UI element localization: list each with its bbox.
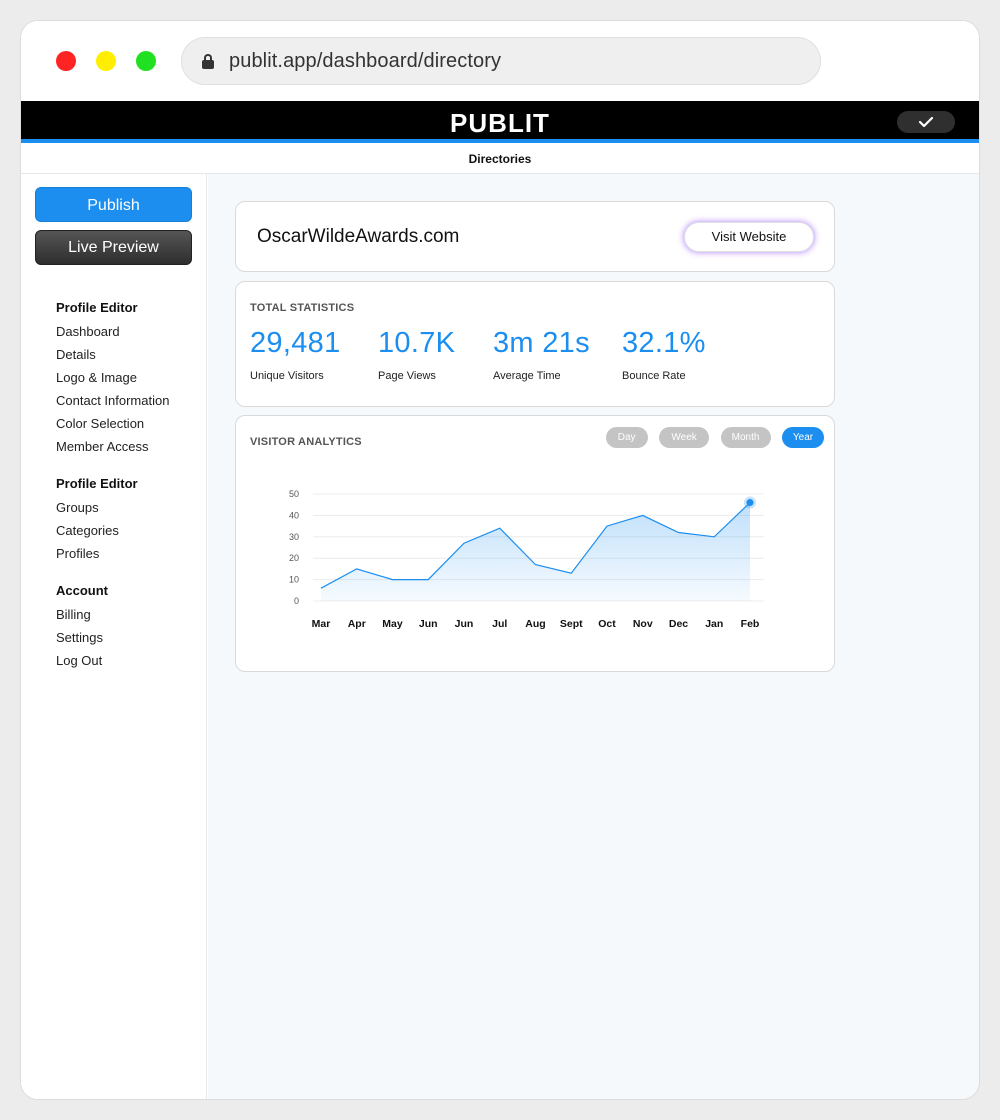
sidebar-item-member-access[interactable]: Member Access [56, 435, 169, 458]
nav-group-profile-editor-2: Profile Editor Groups Categories Profile… [56, 472, 138, 565]
close-window-button[interactable] [56, 51, 76, 71]
nav-heading: Profile Editor [56, 300, 138, 315]
sidebar-item-settings[interactable]: Settings [56, 626, 108, 649]
data-point [320, 587, 322, 589]
app-header: PUBLIT [21, 101, 979, 143]
stat-unique-visitors: 29,481 Unique Visitors [250, 327, 341, 382]
site-card: OscarWildeAwards.com Visit Website [235, 201, 835, 272]
main-content: OscarWildeAwards.com Visit Website TOTAL… [208, 174, 979, 1099]
data-point [391, 578, 393, 580]
data-point [463, 542, 465, 544]
data-point [713, 536, 715, 538]
y-tick-label: 50 [289, 489, 299, 499]
x-tick-label: Aug [525, 618, 545, 630]
y-tick-label: 20 [289, 553, 299, 563]
data-point [642, 514, 644, 516]
browser-window: publit.app/dashboard/directory PUBLIT Di… [20, 20, 980, 1100]
stat-value: 3m 21s [493, 327, 590, 359]
x-tick-label: Jan [705, 618, 723, 630]
section-title: TOTAL STATISTICS [250, 302, 355, 314]
x-tick-label: May [382, 618, 403, 630]
stat-label: Page Views [378, 370, 436, 382]
sidebar-item-profiles[interactable]: Profiles [56, 542, 138, 565]
x-tick-label: Feb [741, 618, 760, 630]
highlight-point [746, 499, 754, 507]
brand-logo[interactable]: PUBLIT [21, 108, 979, 139]
data-point [534, 563, 536, 565]
x-tick-label: Jun [419, 618, 438, 630]
address-bar[interactable]: publit.app/dashboard/directory [181, 37, 821, 85]
stat-label: Unique Visitors [250, 370, 324, 382]
sidebar-item-details[interactable]: Details [56, 343, 169, 366]
sidebar-item-groups[interactable]: Groups [56, 496, 138, 519]
minimize-window-button[interactable] [96, 51, 116, 71]
nav-group-account: Account Billing Settings Log Out [56, 579, 108, 672]
nav-heading: Profile Editor [56, 476, 138, 491]
x-tick-label: Oct [598, 618, 616, 630]
check-icon [918, 116, 934, 128]
stat-bounce-rate: 32.1% Bounce Rate [622, 327, 706, 382]
page-title: Directories [21, 147, 979, 174]
y-tick-label: 0 [294, 596, 299, 606]
data-point [356, 568, 358, 570]
nav-heading: Account [56, 583, 108, 598]
browser-chrome: publit.app/dashboard/directory [21, 21, 979, 101]
total-statistics-card: TOTAL STATISTICS 29,481 Unique Visitors … [235, 281, 835, 407]
data-point [606, 525, 608, 527]
confirm-toggle-button[interactable] [897, 111, 955, 133]
series-area [321, 502, 750, 601]
url-text[interactable]: publit.app/dashboard/directory [229, 50, 501, 73]
x-tick-label: Dec [669, 618, 688, 630]
data-point [677, 531, 679, 533]
x-tick-label: Jun [455, 618, 474, 630]
sidebar-item-log-out[interactable]: Log Out [56, 649, 108, 672]
maximize-window-button[interactable] [136, 51, 156, 71]
x-tick-label: Nov [633, 618, 653, 630]
data-point [570, 572, 572, 574]
sidebar-item-contact-information[interactable]: Contact Information [56, 389, 169, 412]
nav-group-profile-editor: Profile Editor Dashboard Details Logo & … [56, 296, 169, 458]
sidebar-item-logo-image[interactable]: Logo & Image [56, 366, 169, 389]
stat-value: 10.7K [378, 327, 456, 359]
visitor-analytics-card: VISITOR ANALYTICS Day Week Month Year 01… [235, 415, 835, 672]
x-tick-label: Jul [492, 618, 507, 630]
publish-button[interactable]: Publish [35, 187, 192, 222]
stat-page-views: 10.7K Page Views [378, 327, 455, 382]
data-point [499, 527, 501, 529]
visit-website-button[interactable]: Visit Website [684, 222, 814, 252]
stat-value: 29,481 [250, 327, 341, 359]
lock-icon [202, 54, 214, 69]
stat-label: Bounce Rate [622, 370, 686, 382]
y-tick-label: 40 [289, 510, 299, 520]
stat-label: Average Time [493, 370, 561, 382]
site-name: OscarWildeAwards.com [257, 226, 460, 247]
stat-value: 32.1% [622, 327, 706, 359]
live-preview-button[interactable]: Live Preview [35, 230, 192, 265]
sidebar-item-color-selection[interactable]: Color Selection [56, 412, 169, 435]
x-tick-label: Sept [560, 618, 583, 630]
visitor-line-chart: 0 10 20 30 40 50 Mar Apr May Jun Jun Jul Aug Sept Oct N… [289, 489, 764, 630]
sidebar: Publish Live Preview Profile Editor Dash… [21, 174, 207, 1099]
y-tick-label: 30 [289, 532, 299, 542]
sidebar-item-dashboard[interactable]: Dashboard [56, 320, 169, 343]
sidebar-item-billing[interactable]: Billing [56, 603, 108, 626]
y-tick-label: 10 [289, 575, 299, 585]
x-tick-label: Apr [348, 618, 366, 630]
data-point [427, 578, 429, 580]
sidebar-item-categories[interactable]: Categories [56, 519, 138, 542]
x-tick-label: Mar [312, 618, 331, 630]
stat-average-time: 3m 21s Average Time [493, 327, 590, 382]
